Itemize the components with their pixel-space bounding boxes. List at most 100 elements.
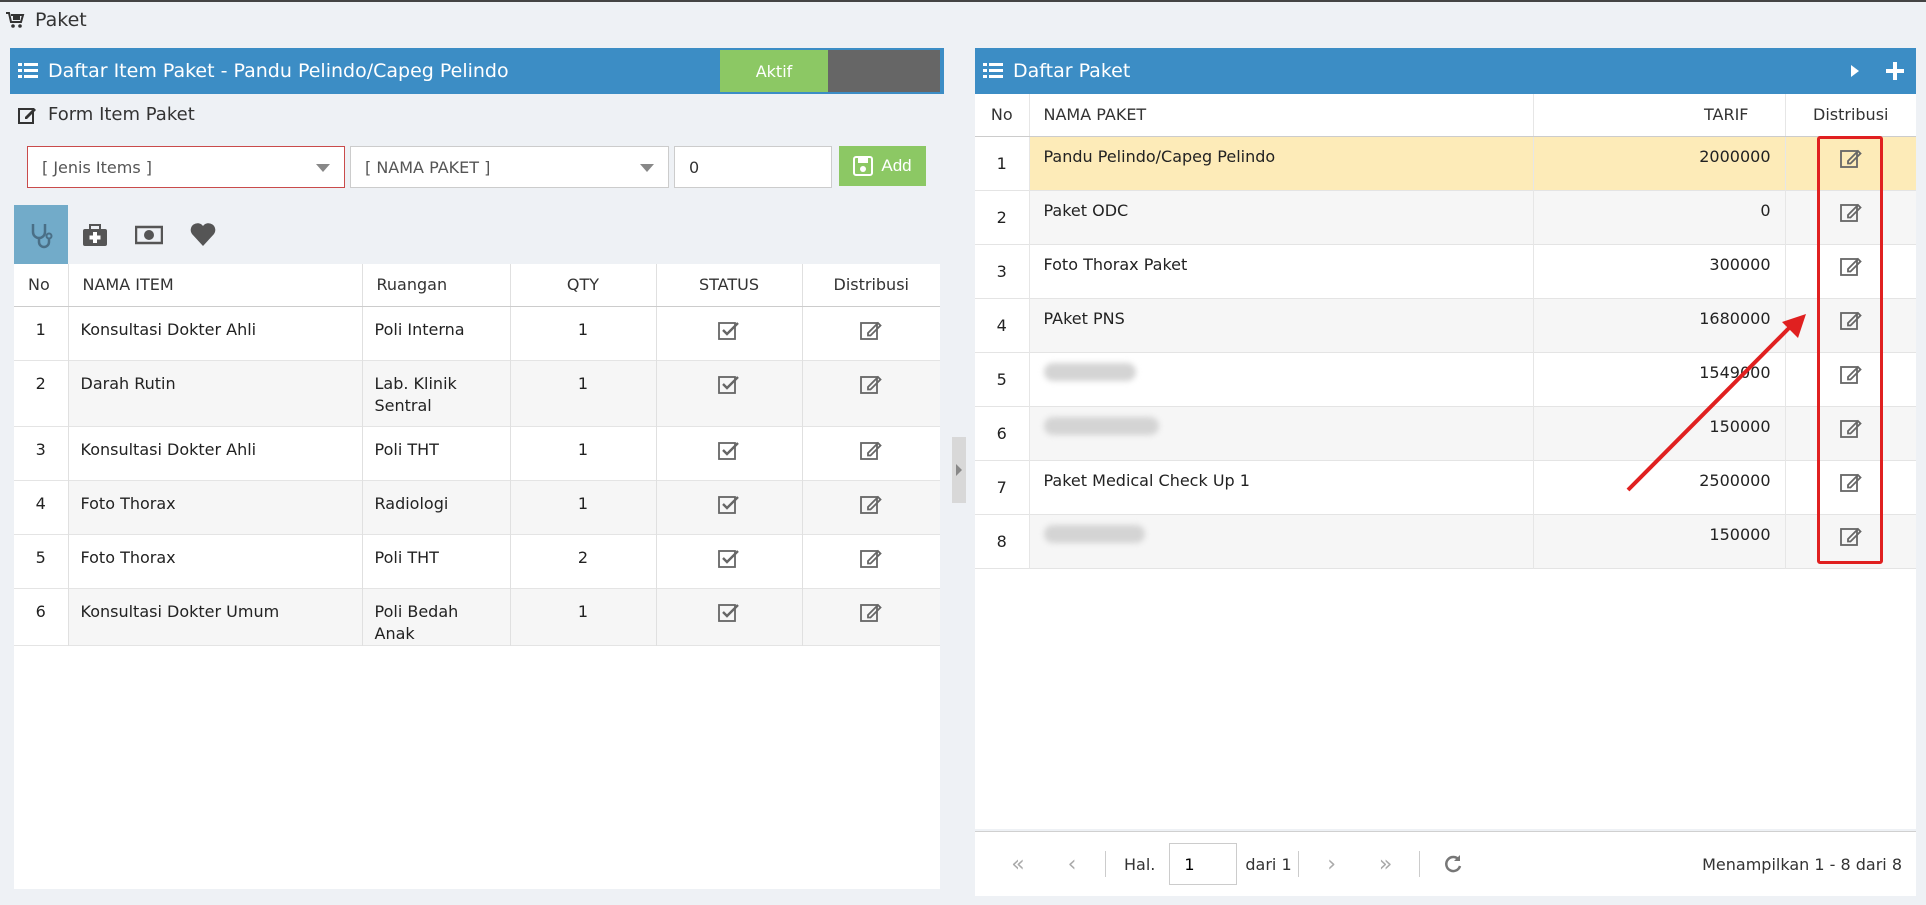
row-nama-paket-blurred — [1029, 514, 1534, 568]
page-title: Paket — [5, 8, 87, 32]
distribusi-edit-button[interactable] — [802, 534, 940, 588]
money-icon — [135, 225, 163, 244]
add-button[interactable]: Add — [839, 146, 926, 186]
distribusi-edit-button[interactable] — [802, 306, 940, 360]
status-checkbox[interactable] — [656, 480, 803, 534]
status-checkbox[interactable] — [656, 360, 803, 426]
tab-heart[interactable] — [176, 205, 230, 264]
add-paket-button[interactable] — [1880, 56, 1910, 86]
pager-info: Menampilkan 1 - 8 dari 8 — [1702, 854, 1902, 874]
table-row[interactable]: 3 Foto Thorax Paket 300000 — [975, 244, 1916, 298]
row-no: 2 — [14, 360, 69, 426]
status-checkbox[interactable] — [656, 426, 803, 480]
row-nama-item: Konsultasi Dokter Ahli — [68, 426, 363, 480]
first-page-button[interactable]: « — [991, 844, 1045, 884]
last-page-button[interactable]: » — [1359, 844, 1413, 884]
row-nama-paket: Foto Thorax Paket — [1029, 244, 1534, 298]
table-row[interactable]: 4 Foto Thorax Radiologi 1 — [14, 480, 940, 534]
table-row[interactable]: 3 Konsultasi Dokter Ahli Poli THT 1 — [14, 426, 940, 480]
checkbox-checked-icon — [718, 375, 739, 394]
tab-stethoscope[interactable] — [14, 205, 68, 264]
table-row[interactable]: 1 Konsultasi Dokter Ahli Poli Interna 1 — [14, 306, 940, 360]
row-no: 4 — [14, 480, 69, 534]
stethoscope-icon — [31, 223, 53, 248]
status-checkbox[interactable] — [656, 306, 803, 360]
distribusi-edit-button[interactable] — [802, 480, 940, 534]
hal-label: Hal. — [1124, 854, 1156, 874]
row-no: 4 — [975, 298, 1030, 352]
table-header-row: No NAMA ITEM Ruangan QTY STATUS Distribu… — [14, 264, 940, 307]
jenis-items-select[interactable]: [ Jenis Items ] — [27, 146, 345, 188]
tab-medkit[interactable] — [68, 205, 122, 264]
row-no: 1 — [14, 306, 69, 360]
checkbox-checked-icon — [718, 549, 739, 568]
expand-button[interactable] — [1840, 56, 1870, 86]
table-row[interactable]: 1 Pandu Pelindo/Capeg Pelindo 2000000 — [975, 136, 1916, 190]
edit-icon — [860, 603, 883, 622]
pager-separator — [1297, 851, 1299, 877]
panel-splitter[interactable] — [952, 437, 966, 503]
status-checkbox[interactable] — [656, 588, 803, 645]
next-page-button[interactable]: › — [1305, 844, 1359, 884]
col-nama-item: NAMA ITEM — [68, 264, 363, 307]
pagination-bar: « ‹ Hal. dari 1 › » Menampilkan 1 - 8 da… — [975, 831, 1916, 896]
toggle-off-track — [828, 50, 940, 92]
col-nama-paket: NAMA PAKET — [1029, 94, 1534, 137]
table-row[interactable]: 8 150000 — [975, 514, 1916, 568]
row-qty: 1 — [510, 306, 657, 360]
table-row[interactable]: 2 Paket ODC 0 — [975, 190, 1916, 244]
play-icon — [1851, 65, 1859, 77]
row-no: 8 — [975, 514, 1030, 568]
aktif-toggle[interactable]: Aktif — [720, 50, 940, 92]
row-no: 3 — [14, 426, 69, 480]
row-no: 5 — [975, 352, 1030, 406]
col-distribusi: Distribusi — [802, 264, 940, 307]
aktif-toggle-label: Aktif — [720, 50, 828, 92]
status-checkbox[interactable] — [656, 534, 803, 588]
table-row[interactable]: 6 Konsultasi Dokter Umum Poli Bedah Anak 1 — [14, 588, 940, 645]
col-no: No — [975, 94, 1030, 137]
row-ruangan: Poli THT — [362, 534, 511, 588]
tab-money[interactable] — [122, 205, 176, 264]
item-paket-title: Daftar Item Paket - Pandu Pelindo/Capeg … — [48, 60, 509, 82]
page-number-input[interactable] — [1169, 843, 1238, 885]
row-no: 1 — [975, 136, 1030, 190]
blurred-text — [1043, 416, 1159, 435]
qty-input[interactable] — [674, 146, 832, 188]
daftar-paket-header: Daftar Paket — [975, 48, 1916, 94]
table-row[interactable]: 2 Darah Rutin Lab. Klinik Sentral 1 — [14, 360, 940, 426]
form-item-paket-title: Form Item Paket — [18, 104, 195, 125]
cart-icon — [6, 12, 25, 28]
refresh-button[interactable] — [1426, 844, 1480, 884]
chevron-right-icon — [956, 464, 962, 476]
checkbox-checked-icon — [718, 603, 739, 622]
item-paket-table: No NAMA ITEM Ruangan QTY STATUS Distribu… — [14, 264, 940, 646]
plus-icon — [1886, 62, 1904, 80]
row-no: 5 — [14, 534, 69, 588]
col-no: No — [14, 264, 69, 307]
row-tarif: 150000 — [1533, 514, 1786, 568]
col-tarif: TARIF — [1533, 94, 1786, 137]
pager-separator — [1105, 851, 1106, 877]
distribusi-edit-button[interactable] — [802, 426, 940, 480]
row-nama-paket: Paket Medical Check Up 1 — [1029, 460, 1534, 514]
nama-paket-value: [ NAMA PAKET ] — [365, 157, 491, 177]
row-ruangan: Lab. Klinik Sentral — [362, 360, 511, 426]
row-qty: 1 — [510, 480, 657, 534]
table-row[interactable]: 5 Foto Thorax Poli THT 2 — [14, 534, 940, 588]
jenis-items-value: [ Jenis Items ] — [42, 157, 152, 177]
dari-label: dari 1 — [1245, 854, 1292, 874]
edit-icon — [18, 107, 36, 124]
item-paket-header: Daftar Item Paket - Pandu Pelindo/Capeg … — [10, 48, 944, 94]
distribusi-edit-button[interactable] — [802, 360, 940, 426]
item-type-tabs — [14, 205, 230, 264]
prev-page-button[interactable]: ‹ — [1045, 844, 1099, 884]
row-tarif: 300000 — [1533, 244, 1786, 298]
checkbox-checked-icon — [718, 495, 739, 514]
chevron-left-icon: ‹ — [1067, 851, 1077, 877]
distribusi-edit-button[interactable] — [802, 588, 940, 645]
row-nama-item: Konsultasi Dokter Ahli — [68, 306, 363, 360]
row-no: 3 — [975, 244, 1030, 298]
col-distribusi: Distribusi — [1785, 94, 1916, 137]
nama-paket-select[interactable]: [ NAMA PAKET ] — [350, 146, 669, 188]
